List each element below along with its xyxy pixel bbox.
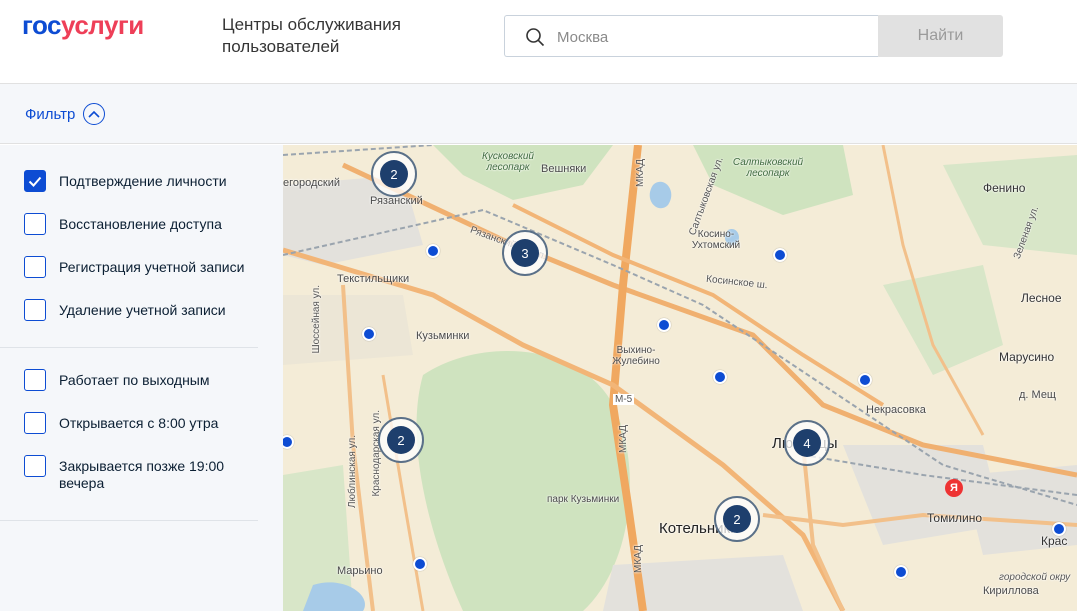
service-center-pin[interactable] <box>1052 522 1066 536</box>
service-center-pin[interactable] <box>858 373 872 387</box>
filter-option-label: Открывается с 8:00 утра <box>59 415 219 431</box>
service-center-pin[interactable] <box>426 244 440 258</box>
filter-option-label: Подтверждение личности <box>59 173 227 189</box>
filter-option-label: Работает по выходным <box>59 372 210 388</box>
search-input[interactable] <box>557 24 857 50</box>
map-label: МКАД <box>618 425 629 453</box>
filter-option-registration[interactable]: Регистрация учетной записи <box>24 256 259 278</box>
filter-option-restore-access[interactable]: Восстановление доступа <box>24 213 259 235</box>
map-label: МКАД <box>633 545 644 573</box>
map-label: д. Мещ <box>1019 389 1056 401</box>
filter-option-label: Восстановление доступа <box>59 216 222 232</box>
service-center-pin[interactable] <box>362 327 376 341</box>
filter-option-label: Закрывается позже 19:00 вечера <box>59 458 225 491</box>
cluster-count: 2 <box>723 505 751 533</box>
checkbox[interactable] <box>24 455 46 477</box>
checkbox[interactable] <box>24 369 46 391</box>
divider <box>0 347 258 348</box>
yandex-icon[interactable]: Я <box>945 479 963 497</box>
checkmark-icon <box>28 176 42 187</box>
service-center-pin[interactable] <box>657 318 671 332</box>
cluster-count: 4 <box>793 429 821 457</box>
map-label: городской окру <box>999 572 1071 583</box>
cluster-marker[interactable]: 2 <box>371 151 417 197</box>
logo-text-part1: гос <box>22 10 62 40</box>
cluster-marker[interactable]: 3 <box>502 230 548 276</box>
map-label: Кузьминки <box>416 330 470 342</box>
cluster-count: 2 <box>380 160 408 188</box>
map-label: Краснодарская ул. <box>371 410 382 497</box>
map[interactable]: егородский Рязанский Кусковский лесопарк… <box>283 145 1077 611</box>
filter-option-closes-after-19[interactable]: Закрывается позже 19:00 вечера <box>24 455 259 492</box>
filter-option-identity[interactable]: Подтверждение личности <box>24 170 259 192</box>
filter-toggle[interactable]: Фильтр <box>25 102 106 126</box>
search-icon <box>526 28 545 47</box>
cluster-marker[interactable]: 2 <box>378 417 424 463</box>
map-label: Вешняки <box>541 163 587 175</box>
checkbox[interactable] <box>24 256 46 278</box>
map-base <box>283 145 1077 611</box>
map-label: Люблинская ул. <box>347 435 358 509</box>
gosuslugi-logo[interactable]: госуслуги <box>22 10 144 41</box>
map-label: Лесное <box>1021 291 1062 305</box>
filter-option-label: Регистрация учетной записи <box>59 259 245 275</box>
service-center-pin[interactable] <box>713 370 727 384</box>
filter-option-opens-8am[interactable]: Открывается с 8:00 утра <box>24 412 259 434</box>
map-label: Салтыковский лесопарк <box>732 157 804 179</box>
cluster-count: 2 <box>387 426 415 454</box>
filter-option-weekends[interactable]: Работает по выходным <box>24 369 259 391</box>
map-label: Фенино <box>983 181 1026 195</box>
map-label: егородский <box>283 177 341 189</box>
chevron-up-icon <box>83 103 106 125</box>
filter-label: Фильтр <box>25 105 76 123</box>
map-label: М-5 <box>613 394 635 405</box>
page-title: Центры обслуживания пользователей <box>222 15 401 56</box>
find-button[interactable]: Найти <box>878 15 1003 57</box>
cluster-count: 3 <box>511 239 539 267</box>
map-label: Марусино <box>999 350 1055 364</box>
checkbox-checked[interactable] <box>24 170 46 192</box>
service-center-pin[interactable] <box>894 565 908 579</box>
map-label: Томилино <box>927 511 983 525</box>
map-label: Выхино-Жулебино <box>612 345 660 367</box>
checkbox[interactable] <box>24 213 46 235</box>
logo-text-part2: услуги <box>61 10 144 40</box>
checkbox[interactable] <box>24 412 46 434</box>
service-center-pin[interactable] <box>773 248 787 262</box>
filter-bar: Фильтр <box>0 84 1077 144</box>
filter-option-label: Удаление учетной записи <box>59 302 226 318</box>
map-label: Текстильщики <box>337 273 410 285</box>
checkbox[interactable] <box>24 299 46 321</box>
search-box <box>504 15 879 57</box>
filter-sidebar: Подтверждение личности Восстановление до… <box>0 145 283 611</box>
cluster-marker[interactable]: 2 <box>714 496 760 542</box>
header: госуслуги Центры обслуживания пользовате… <box>0 0 1077 84</box>
map-label: Кириллова <box>983 585 1039 597</box>
map-label: Кусковский лесопарк <box>482 151 534 173</box>
map-label: МКАД <box>635 159 646 187</box>
map-label: Крас <box>1041 534 1068 548</box>
map-label: Шоссейная ул. <box>311 285 322 354</box>
cluster-marker[interactable]: 4 <box>784 420 830 466</box>
service-center-pin[interactable] <box>413 557 427 571</box>
divider <box>0 520 258 521</box>
map-label: Некрасовка <box>866 404 926 416</box>
filter-option-delete-account[interactable]: Удаление учетной записи <box>24 299 259 321</box>
map-label: парк Кузьминки <box>547 494 620 505</box>
map-label: Марьино <box>337 565 383 577</box>
